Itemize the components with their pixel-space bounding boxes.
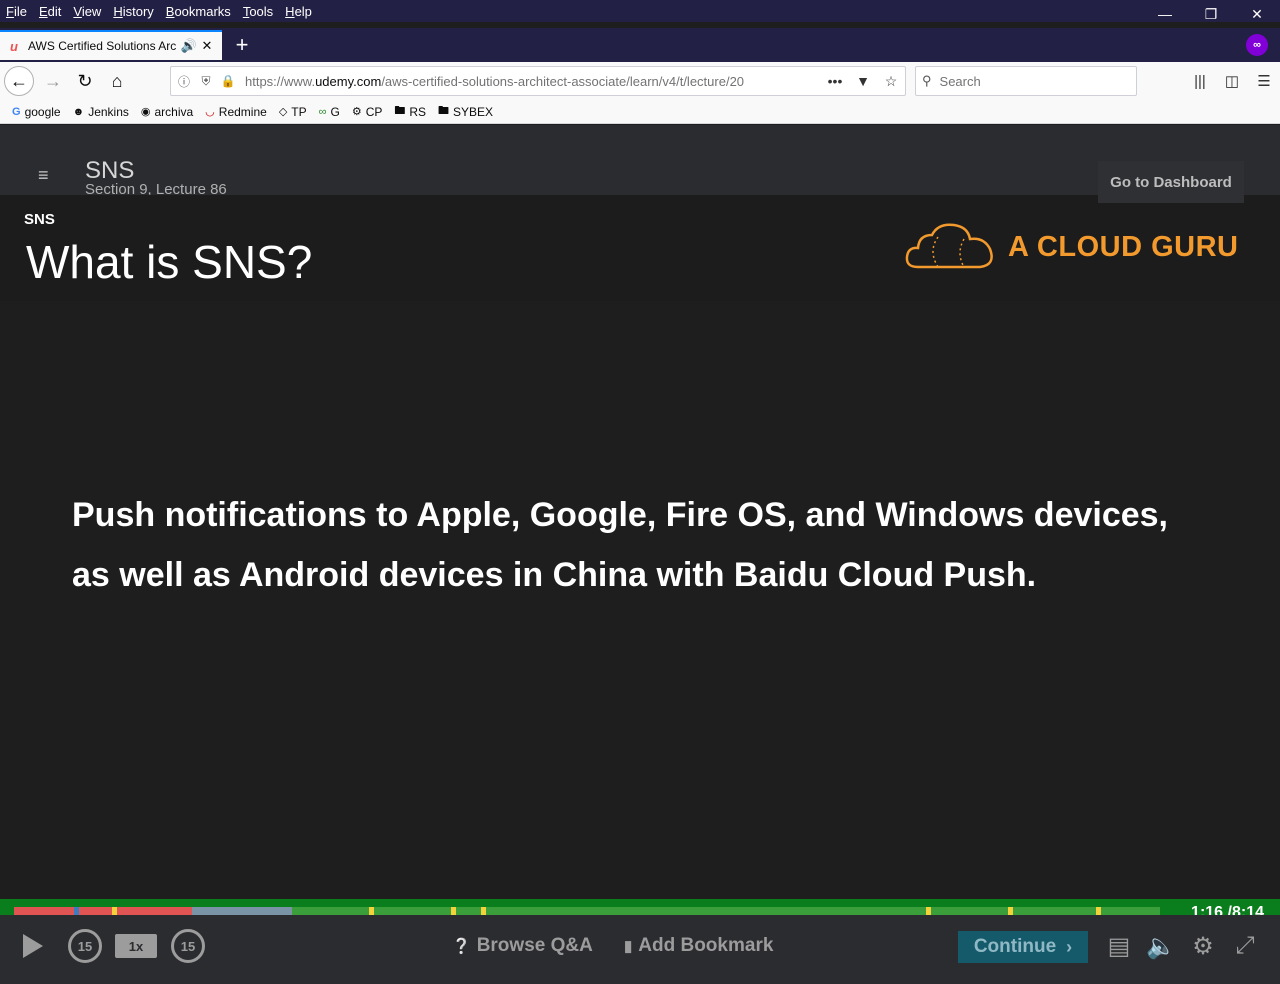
- nav-bar: ← → ↻ ⌂ ⓘ ⛨ 🔒 https://www.udemy.com/aws-…: [0, 62, 1280, 100]
- speaker-icon[interactable]: 🔊: [180, 38, 198, 54]
- progress-bar[interactable]: [14, 907, 1160, 915]
- forward-button[interactable]: →: [38, 66, 68, 96]
- go-to-dashboard-button[interactable]: Go to Dashboard: [1098, 161, 1244, 203]
- bookmark-sybex[interactable]: 🖿 SYBEX: [438, 102, 493, 121]
- bookmark-marker[interactable]: [926, 907, 931, 915]
- bookmark-jenkins[interactable]: ☻ Jenkins: [73, 105, 129, 119]
- library-icon[interactable]: |||: [1184, 66, 1216, 96]
- bookmarks-bar: Ggoogle ☻ Jenkins ◉ archiva ◡ Redmine ◇ TP ∞…: [0, 100, 1280, 124]
- cp-icon: ⚙: [351, 106, 362, 118]
- redmine-icon: ◡: [205, 106, 215, 118]
- window-controls: — ❐ ✕: [1142, 0, 1280, 28]
- menu-help[interactable]: Help: [279, 4, 318, 19]
- video-banner: SNS What is SNS? A CLOUD GURU: [0, 195, 1280, 301]
- progress-buffered: [192, 907, 292, 915]
- brand-logo-text: A CLOUD GURU: [1008, 231, 1239, 263]
- bookmark-marker[interactable]: [1096, 907, 1101, 915]
- lecture-page: ≡ SNS Section 9, Lecture 86 SNS What is …: [0, 125, 1280, 984]
- search-input[interactable]: ⚲ Search: [915, 66, 1137, 96]
- playback-speed-button[interactable]: 1x: [115, 934, 157, 958]
- close-window-icon[interactable]: ✕: [1234, 0, 1280, 28]
- menu-bar: File Edit View History Bookmarks Tools H…: [0, 0, 1280, 22]
- sidebar-icon[interactable]: ◫: [1216, 66, 1248, 96]
- menu-tools[interactable]: Tools: [237, 4, 279, 19]
- fullscreen-icon[interactable]: ⤢: [1230, 931, 1260, 961]
- progress-watched: [14, 907, 74, 915]
- minimize-icon[interactable]: —: [1142, 0, 1188, 28]
- pocket-icon[interactable]: ▼: [849, 73, 877, 89]
- bookmark-marker[interactable]: [481, 907, 486, 915]
- search-placeholder: Search: [939, 73, 981, 89]
- bookmark-archiva[interactable]: ◉ archiva: [141, 105, 193, 119]
- close-tab-icon[interactable]: ✕: [198, 38, 216, 54]
- back-button[interactable]: ←: [4, 66, 34, 96]
- home-button[interactable]: ⌂: [102, 66, 132, 96]
- google-icon: G: [12, 105, 21, 118]
- bookmark-icon: ▮: [624, 938, 633, 955]
- progress-watched: [79, 907, 192, 915]
- page-actions-icon[interactable]: •••: [821, 73, 849, 89]
- bookmark-star-icon[interactable]: ☆: [877, 73, 905, 90]
- bookmark-marker[interactable]: [112, 907, 117, 915]
- archiva-icon: ◉: [140, 106, 151, 118]
- browse-qa-button[interactable]: ❔ Browse Q&A: [452, 935, 593, 957]
- bookmark-marker[interactable]: [451, 907, 456, 915]
- new-tab-button[interactable]: +: [228, 30, 256, 60]
- bookmark-tp[interactable]: ◇ TP: [279, 105, 307, 119]
- tp-icon: ◇: [278, 106, 288, 118]
- menu-history[interactable]: History: [107, 4, 159, 19]
- tab-bar: u AWS Certified Solutions Architect 🔊 ✕ …: [0, 28, 1280, 62]
- cloud-logo-icon: [905, 223, 993, 269]
- play-icon: [23, 934, 43, 958]
- settings-gear-icon[interactable]: ⚙: [1188, 931, 1218, 961]
- lock-icon[interactable]: 🔒: [219, 74, 237, 88]
- captions-icon[interactable]: ▤: [1104, 931, 1134, 961]
- bookmark-marker[interactable]: [1008, 907, 1013, 915]
- url-bar[interactable]: ⓘ ⛨ 🔒 https://www.udemy.com/aws-certifie…: [170, 66, 906, 96]
- bookmark-marker[interactable]: [369, 907, 374, 915]
- continue-button[interactable]: Continue ›: [958, 931, 1088, 963]
- player-controls: 15 1x 15 ❔ Browse Q&A ▮ Add Bookmark Con…: [0, 915, 1280, 984]
- menu-edit[interactable]: Edit: [33, 4, 67, 19]
- jenkins-icon: ☻: [72, 105, 85, 118]
- restore-icon[interactable]: ❐: [1188, 0, 1234, 28]
- slide-text: Push notifications to Apple, Google, Fir…: [72, 496, 1169, 594]
- course-header: ≡ SNS Section 9, Lecture 86: [0, 125, 1280, 198]
- reload-button[interactable]: ↻: [70, 66, 100, 96]
- url-text[interactable]: https://www.udemy.com/aws-certified-solu…: [245, 74, 821, 89]
- bookmark-g[interactable]: ∞ G: [319, 105, 340, 119]
- udemy-icon: u: [10, 38, 18, 54]
- folder-icon: 🖿: [394, 105, 406, 117]
- g-icon: ∞: [318, 105, 327, 118]
- bookmark-rs[interactable]: 🖿 RS: [394, 102, 426, 121]
- video-title: What is SNS?: [26, 236, 313, 288]
- curriculum-menu-icon[interactable]: ≡: [38, 165, 49, 186]
- folder-icon: 🖿: [438, 105, 450, 117]
- banner-tag: SNS: [24, 211, 55, 228]
- toolbar-right: ||| ◫ ☰: [1184, 66, 1280, 96]
- info-icon[interactable]: ⓘ: [175, 73, 193, 90]
- tab-title: AWS Certified Solutions Architect: [28, 39, 176, 53]
- bookmark-cp[interactable]: ⚙ CP: [352, 105, 383, 119]
- question-icon: ❔: [452, 938, 471, 955]
- progress-strip: 1:16 /8:14: [0, 899, 1280, 921]
- bookmark-redmine[interactable]: ◡ Redmine: [205, 105, 267, 119]
- volume-icon[interactable]: 🔈: [1146, 931, 1176, 961]
- bookmark-google[interactable]: Ggoogle: [12, 105, 61, 119]
- tab-active[interactable]: u AWS Certified Solutions Architect 🔊 ✕: [0, 30, 222, 60]
- rewind-15-button[interactable]: 15: [68, 929, 102, 963]
- search-icon: ⚲: [922, 73, 932, 88]
- private-browsing-icon: ∞: [1246, 34, 1268, 56]
- shield-icon[interactable]: ⛨: [197, 74, 215, 89]
- hamburger-menu-icon[interactable]: ☰: [1248, 66, 1280, 96]
- chevron-right-icon: ›: [1066, 936, 1073, 957]
- forward-15-button[interactable]: 15: [171, 929, 205, 963]
- menu-file[interactable]: File: [0, 4, 33, 19]
- menu-bookmarks[interactable]: Bookmarks: [160, 4, 237, 19]
- play-button[interactable]: [20, 931, 46, 961]
- add-bookmark-button[interactable]: ▮ Add Bookmark: [624, 935, 773, 957]
- video-slide[interactable]: Push notifications to Apple, Google, Fir…: [0, 301, 1280, 899]
- menu-view[interactable]: View: [67, 4, 107, 19]
